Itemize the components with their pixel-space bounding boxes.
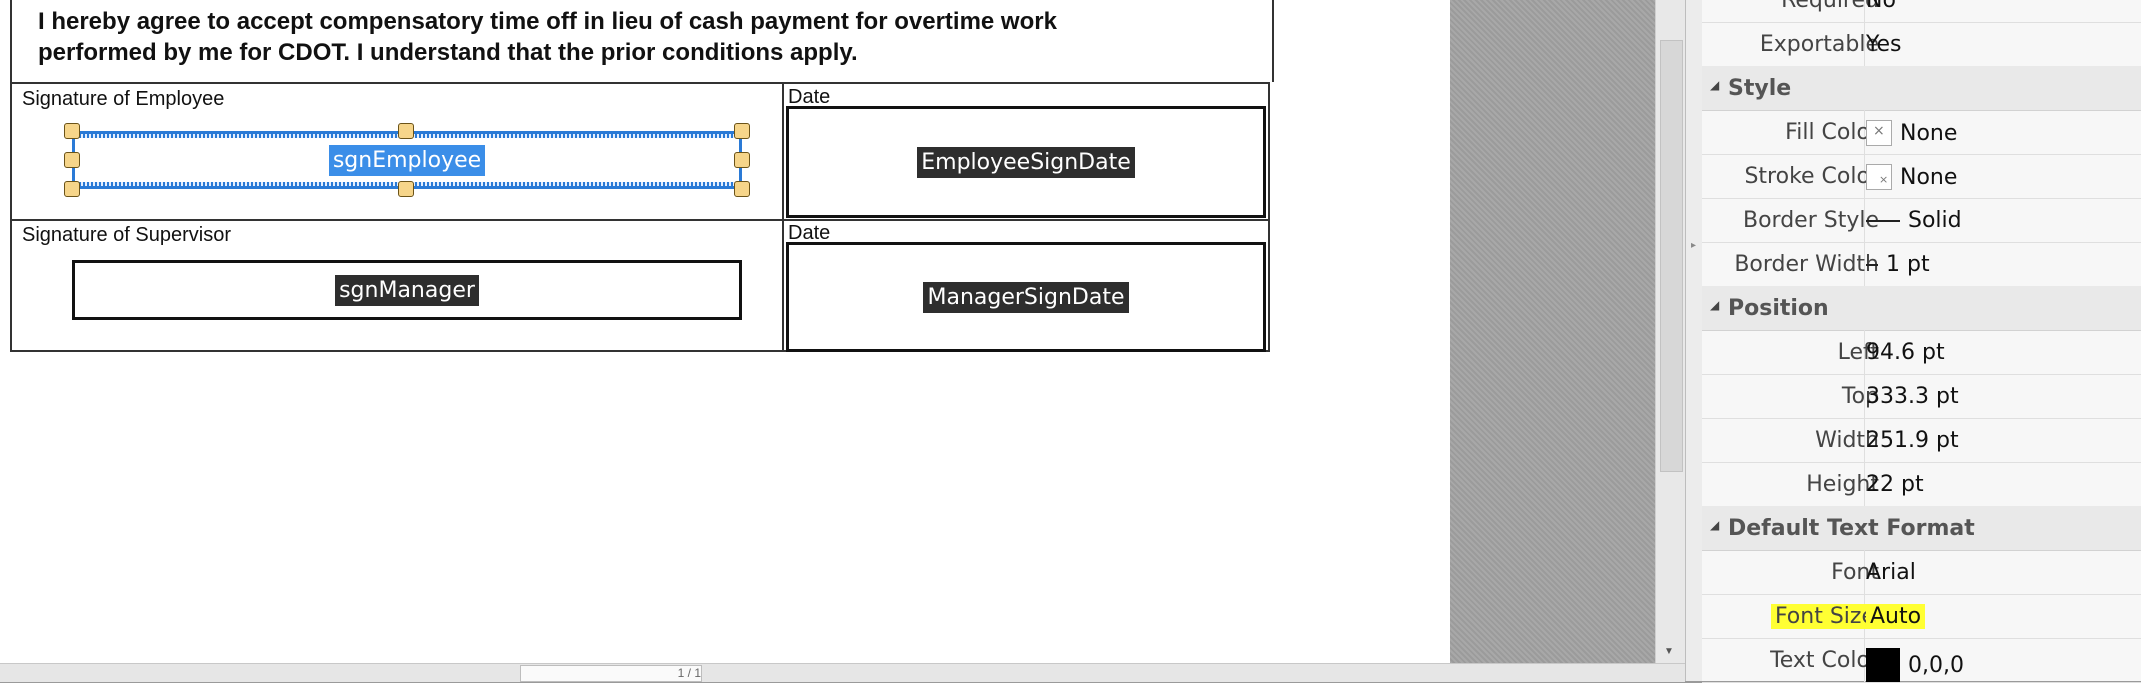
property-value: × None (1866, 164, 1957, 190)
property-value: 333.3 pt (1866, 384, 1959, 409)
section-title: Default Text Format (1728, 516, 1975, 541)
collapse-triangle-icon[interactable]: ◢ (1710, 298, 1719, 312)
manager-date-field[interactable]: ManagerSignDate (786, 242, 1266, 352)
property-text-color[interactable]: Text Color 0,0,0 (1702, 638, 2141, 683)
property-name: Text Color (1770, 648, 1879, 673)
property-value: No (1866, 0, 1896, 13)
property-height[interactable]: Height 22 pt (1702, 462, 2141, 507)
vertical-scrollbar[interactable]: ▼ (1655, 0, 1686, 663)
properties-panel: Required No Exportable Yes ◢ Style Fill … (1702, 0, 2141, 683)
fill-color-swatch-icon[interactable]: × (1866, 120, 1892, 146)
table-divider-vertical (782, 84, 784, 350)
splitter-grip-icon: ▸ (1691, 240, 1697, 251)
canvas-background (1450, 0, 1655, 663)
property-value: 0,0,0 (1866, 648, 1964, 682)
property-font[interactable]: Font Arial (1702, 550, 2141, 595)
property-value: Yes (1866, 32, 1902, 57)
section-style[interactable]: ◢ Style (1702, 66, 2141, 111)
section-position[interactable]: ◢ Position (1702, 286, 2141, 331)
property-name: Fill Color (1785, 120, 1879, 145)
resize-handle-top[interactable] (398, 123, 414, 139)
section-default-text-format[interactable]: ◢ Default Text Format (1702, 506, 2141, 551)
property-value: Arial (1866, 560, 1916, 585)
collapse-triangle-icon[interactable]: ◢ (1710, 78, 1719, 92)
resize-handle-bottom-left[interactable] (64, 181, 80, 197)
property-value: Solid (1866, 208, 1962, 233)
document-canvas: I hereby agree to accept compensatory ti… (0, 0, 1450, 663)
property-stroke-color[interactable]: Stroke Color × None (1702, 154, 2141, 199)
property-value: 94.6 pt (1866, 340, 1945, 365)
manager-signature-field[interactable]: sgnManager (72, 260, 742, 320)
property-required[interactable]: Required No (1702, 0, 2141, 23)
property-left[interactable]: Left 94.6 pt (1702, 330, 2141, 375)
resize-handle-right[interactable] (734, 152, 750, 168)
supervisor-signature-label: Signature of Supervisor (22, 224, 232, 246)
section-title: Position (1728, 296, 1829, 321)
agreement-text-block: I hereby agree to accept compensatory ti… (10, 0, 1274, 82)
property-value: 22 pt (1866, 472, 1924, 497)
border-width-value: 1 pt (1886, 252, 1930, 277)
property-name: Exportable (1759, 32, 1879, 57)
field-name-tag: EmployeeSignDate (917, 146, 1135, 178)
collapse-triangle-icon[interactable]: ◢ (1710, 518, 1719, 532)
solid-line-icon (1866, 219, 1900, 222)
stroke-color-swatch-icon[interactable]: × (1866, 164, 1892, 190)
property-font-size[interactable]: Font Size Auto (1702, 594, 2141, 639)
stroke-color-value: None (1900, 164, 1958, 190)
page-indicator[interactable]: 1 / 1 (520, 665, 702, 682)
field-name-tag: sgnEmployee (328, 144, 486, 176)
scrollbar-thumb[interactable] (1660, 40, 1683, 472)
property-value: 1 pt (1866, 252, 1930, 277)
property-exportable[interactable]: Exportable Yes (1702, 22, 2141, 67)
resize-handle-bottom[interactable] (398, 181, 414, 197)
property-top[interactable]: Top 333.3 pt (1702, 374, 2141, 419)
signature-table: Signature of Employee Date Signature of … (10, 82, 1270, 352)
property-border-width[interactable]: Border Width 1 pt (1702, 242, 2141, 287)
agreement-line-2: performed by me for CDOT. I understand t… (38, 39, 858, 66)
fill-color-value: None (1900, 120, 1958, 146)
property-fill-color[interactable]: Fill Color × None (1702, 110, 2141, 155)
property-name: Required (1781, 0, 1879, 13)
resize-handle-left[interactable] (64, 152, 80, 168)
agreement-line-1: I hereby agree to accept compensatory ti… (38, 8, 1057, 35)
scroll-down-arrow-icon[interactable]: ▼ (1664, 646, 1674, 657)
property-name: Font Size (1770, 604, 1879, 629)
property-value: 251.9 pt (1866, 428, 1959, 453)
resize-handle-top-left[interactable] (64, 123, 80, 139)
property-width[interactable]: Width 251.9 pt (1702, 418, 2141, 463)
property-name: Border Width (1734, 252, 1879, 277)
section-title: Style (1728, 76, 1792, 101)
employee-signature-label: Signature of Employee (22, 88, 225, 110)
page-navigation-bar: 1 / 1 (0, 663, 1685, 682)
property-value: × None (1866, 120, 1957, 146)
field-name-tag: sgnManager (335, 274, 479, 306)
panel-splitter[interactable]: ▸ (1685, 0, 1703, 681)
resize-handle-bottom-right[interactable] (734, 181, 750, 197)
line-width-icon (1866, 263, 1878, 266)
table-divider-horizontal (12, 219, 1268, 221)
text-color-value: 0,0,0 (1908, 652, 1964, 678)
resize-handle-top-right[interactable] (734, 123, 750, 139)
property-name: Border Style (1742, 208, 1879, 233)
text-color-swatch-icon[interactable] (1866, 648, 1900, 682)
field-name-tag: ManagerSignDate (923, 281, 1129, 313)
property-value: Auto (1866, 604, 1926, 629)
property-name: Stroke Color (1744, 164, 1879, 189)
employee-date-field[interactable]: EmployeeSignDate (786, 106, 1266, 218)
property-border-style[interactable]: Border Style Solid (1702, 198, 2141, 243)
border-style-value: Solid (1908, 208, 1962, 233)
